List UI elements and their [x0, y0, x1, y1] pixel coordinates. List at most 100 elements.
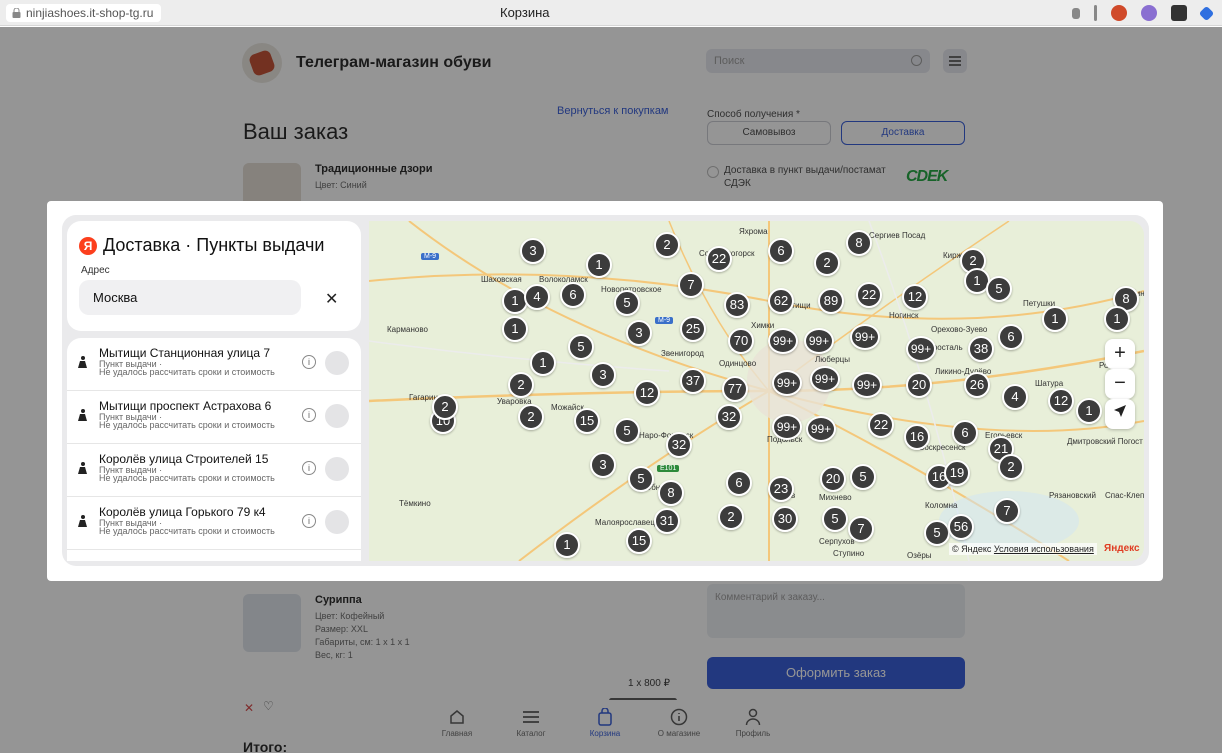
pickup-map[interactable]: Яхрома Киржач Шаховская Волоколамск Новопетр… — [369, 221, 1144, 561]
pickup-cluster-marker[interactable]: 5 — [924, 520, 950, 546]
select-point-radio[interactable] — [325, 351, 349, 375]
pickup-cluster-marker[interactable]: 99+ — [804, 328, 834, 354]
pickup-cluster-marker[interactable]: 6 — [952, 420, 978, 446]
pickup-cluster-marker[interactable]: 62 — [768, 288, 794, 314]
pickup-point-item[interactable]: Королёв улица Горького 79 к4 Пункт выдач… — [67, 497, 361, 550]
pickup-cluster-marker[interactable]: 2 — [432, 394, 458, 420]
pickup-cluster-marker[interactable]: 23 — [768, 476, 794, 502]
extension-ninja-icon[interactable] — [1111, 5, 1127, 21]
pickup-cluster-marker[interactable]: 1 — [554, 532, 580, 558]
pickup-cluster-marker[interactable]: 1 — [502, 316, 528, 342]
pickup-cluster-marker[interactable]: 77 — [722, 376, 748, 402]
pickup-cluster-marker[interactable]: 5 — [986, 276, 1012, 302]
pickup-cluster-marker[interactable]: 25 — [680, 316, 706, 342]
pickup-cluster-marker[interactable]: 2 — [718, 504, 744, 530]
pickup-cluster-marker[interactable]: 16 — [904, 424, 930, 450]
pickup-cluster-marker[interactable]: 5 — [614, 418, 640, 444]
pickup-cluster-marker[interactable]: 5 — [614, 290, 640, 316]
pickup-cluster-marker[interactable]: 32 — [716, 404, 742, 430]
pickup-cluster-marker[interactable]: 12 — [902, 284, 928, 310]
pickup-cluster-marker[interactable]: 22 — [856, 282, 882, 308]
pickup-cluster-marker[interactable]: 3 — [590, 452, 616, 478]
pickup-cluster-marker[interactable]: 15 — [574, 408, 600, 434]
pickup-cluster-marker[interactable]: 1 — [1076, 398, 1102, 424]
pickup-cluster-marker[interactable]: 38 — [968, 336, 994, 362]
zoom-out-button[interactable]: − — [1105, 369, 1135, 399]
pickup-cluster-marker[interactable]: 99+ — [768, 328, 798, 354]
pickup-cluster-marker[interactable]: 31 — [654, 508, 680, 534]
info-icon[interactable]: i — [302, 355, 316, 369]
pickup-cluster-marker[interactable]: 6 — [768, 238, 794, 264]
pickup-cluster-marker[interactable]: 22 — [706, 246, 732, 272]
pickup-cluster-marker[interactable]: 5 — [628, 466, 654, 492]
clear-address-icon[interactable]: ✕ — [325, 289, 338, 309]
pickup-cluster-marker[interactable]: 3 — [626, 320, 652, 346]
info-icon[interactable]: i — [302, 408, 316, 422]
pickup-cluster-marker[interactable]: 1 — [530, 350, 556, 376]
pickup-cluster-marker[interactable]: 7 — [848, 516, 874, 542]
pickup-cluster-marker[interactable]: 1 — [586, 252, 612, 278]
pickup-point-item[interactable]: Мытищи проспект Астрахова 6 Пункт выдачи… — [67, 391, 361, 444]
extension-tag-icon[interactable] — [1198, 5, 1215, 21]
pickup-cluster-marker[interactable]: 4 — [524, 284, 550, 310]
address-bar[interactable]: ninjiashoes.it-shop-tg.ru — [6, 4, 162, 22]
pickup-cluster-marker[interactable]: 70 — [728, 328, 754, 354]
pickup-cluster-marker[interactable]: 20 — [820, 466, 846, 492]
pickup-cluster-marker[interactable]: 99+ — [906, 336, 936, 362]
pickup-cluster-marker[interactable]: 99+ — [806, 416, 836, 442]
pickup-cluster-marker[interactable]: 3 — [520, 238, 546, 264]
pickup-cluster-marker[interactable]: 2 — [998, 454, 1024, 480]
pickup-cluster-marker[interactable]: 5 — [850, 464, 876, 490]
pickup-cluster-marker[interactable]: 5 — [568, 334, 594, 360]
pickup-cluster-marker[interactable]: 99+ — [852, 372, 882, 398]
pickup-cluster-marker[interactable]: 7 — [994, 498, 1020, 524]
address-input[interactable]: Москва — [79, 280, 301, 315]
pickup-cluster-marker[interactable]: 2 — [508, 372, 534, 398]
select-point-radio[interactable] — [325, 404, 349, 428]
pickup-cluster-marker[interactable]: 15 — [626, 528, 652, 554]
pickup-cluster-marker[interactable]: 8 — [658, 480, 684, 506]
pickup-point-item[interactable]: Мытищи Станционная улица 7 Пункт выдачи … — [67, 338, 361, 391]
pickup-cluster-marker[interactable]: 8 — [846, 230, 872, 256]
pickup-cluster-marker[interactable]: 99+ — [772, 414, 802, 440]
zoom-in-button[interactable]: + — [1105, 339, 1135, 369]
terms-link[interactable]: Условия использования — [994, 544, 1094, 554]
pickup-cluster-marker[interactable]: 6 — [560, 282, 586, 308]
pickup-cluster-marker[interactable]: 6 — [726, 470, 752, 496]
bookmark-icon[interactable] — [1072, 7, 1080, 19]
pickup-cluster-marker[interactable]: 6 — [998, 324, 1024, 350]
extension-badge-icon[interactable] — [1141, 5, 1157, 21]
pickup-cluster-marker[interactable]: 2 — [518, 404, 544, 430]
pickup-cluster-marker[interactable]: 30 — [772, 506, 798, 532]
pickup-cluster-marker[interactable]: 3 — [590, 362, 616, 388]
pickup-cluster-marker[interactable]: 12 — [1048, 388, 1074, 414]
pickup-cluster-marker[interactable]: 56 — [948, 514, 974, 540]
pickup-cluster-marker[interactable]: 5 — [822, 506, 848, 532]
pickup-cluster-marker[interactable]: 1 — [1104, 306, 1130, 332]
pickup-cluster-marker[interactable]: 4 — [1002, 384, 1028, 410]
pickup-point-item[interactable]: Королёв улица Строителей 15 Пункт выдачи… — [67, 444, 361, 497]
menu-dots-icon[interactable] — [1094, 5, 1097, 21]
pickup-cluster-marker[interactable]: 26 — [964, 372, 990, 398]
info-icon[interactable]: i — [302, 461, 316, 475]
pickup-cluster-marker[interactable]: 2 — [814, 250, 840, 276]
pickup-cluster-marker[interactable]: 99+ — [810, 366, 840, 392]
geolocation-button[interactable] — [1105, 399, 1135, 429]
pickup-cluster-marker[interactable]: 37 — [680, 368, 706, 394]
pickup-cluster-marker[interactable]: 83 — [724, 292, 750, 318]
pickup-cluster-marker[interactable]: 32 — [666, 432, 692, 458]
select-point-radio[interactable] — [325, 510, 349, 534]
pickup-cluster-marker[interactable]: 2 — [654, 232, 680, 258]
pickup-cluster-marker[interactable]: 1 — [1042, 306, 1068, 332]
pickup-cluster-marker[interactable]: 7 — [678, 272, 704, 298]
info-icon[interactable]: i — [302, 514, 316, 528]
pickup-cluster-marker[interactable]: 20 — [906, 372, 932, 398]
pickup-cluster-marker[interactable]: 12 — [634, 380, 660, 406]
pickup-cluster-marker[interactable]: 19 — [944, 460, 970, 486]
pickup-cluster-marker[interactable]: 89 — [818, 288, 844, 314]
pickup-cluster-marker[interactable]: 99+ — [850, 324, 880, 350]
pickup-cluster-marker[interactable]: 99+ — [772, 370, 802, 396]
extension-terminal-icon[interactable] — [1171, 5, 1187, 21]
select-point-radio[interactable] — [325, 457, 349, 481]
pickup-cluster-marker[interactable]: 22 — [868, 412, 894, 438]
